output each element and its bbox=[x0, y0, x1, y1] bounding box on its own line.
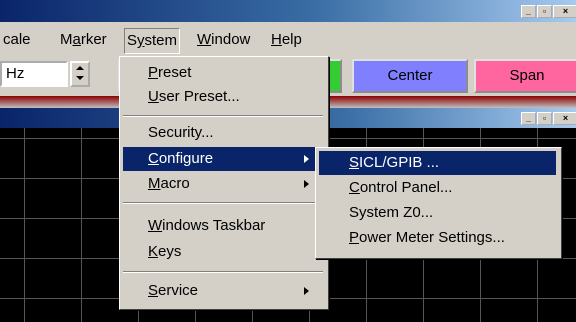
close-icon[interactable]: × bbox=[553, 5, 576, 18]
menu-item-keys[interactable]: Keys bbox=[123, 240, 323, 264]
menu-item-windows-taskbar-label: Windows Taskbar bbox=[148, 217, 266, 234]
submenu-item-sicl-gpib[interactable]: SICL/GPIB ... bbox=[319, 151, 556, 175]
submenu-arrow-icon bbox=[304, 180, 309, 188]
submenu-item-control-panel[interactable]: Control Panel... bbox=[319, 176, 556, 200]
menu-item-preset-label: Preset bbox=[148, 64, 192, 81]
menu-help[interactable]: Help bbox=[271, 30, 302, 50]
menu-item-user-preset-label: User Preset... bbox=[148, 88, 240, 105]
submenu-arrow-icon bbox=[304, 287, 309, 295]
menu-item-security[interactable]: Security... bbox=[123, 121, 323, 145]
menu-item-keys-label: Keys bbox=[148, 243, 182, 260]
menu-separator bbox=[123, 115, 323, 117]
menu-system-label: System bbox=[127, 32, 178, 49]
configure-submenu: SICL/GPIB ... Control Panel... System Z0… bbox=[315, 147, 562, 259]
submenu-item-system-z0[interactable]: System Z0... bbox=[319, 201, 556, 225]
menu-window[interactable]: Window bbox=[197, 30, 250, 50]
app-title-bar bbox=[0, 0, 576, 22]
menu-item-configure-label: Configure bbox=[148, 150, 214, 167]
menu-separator bbox=[123, 202, 323, 204]
trace-minimize-icon[interactable]: _ bbox=[521, 112, 536, 125]
trace-maximize-icon[interactable]: ▫ bbox=[537, 112, 552, 125]
trace-close-icon[interactable]: × bbox=[553, 112, 576, 125]
submenu-item-power-meter-label: Power Meter Settings... bbox=[349, 229, 505, 246]
spin-down-icon[interactable] bbox=[76, 76, 84, 80]
frequency-spinner[interactable] bbox=[70, 61, 90, 87]
submenu-item-power-meter[interactable]: Power Meter Settings... bbox=[319, 226, 556, 250]
menu-separator bbox=[123, 271, 323, 273]
menu-item-service-label: Service bbox=[148, 282, 199, 299]
menu-window-label: Window bbox=[197, 31, 251, 48]
menu-item-configure[interactable]: Configure bbox=[123, 147, 323, 171]
submenu-item-control-panel-label: Control Panel... bbox=[349, 179, 453, 196]
maximize-icon[interactable]: ▫ bbox=[537, 5, 552, 18]
menu-item-service[interactable]: Service bbox=[123, 279, 323, 303]
frequency-input[interactable]: Hz bbox=[0, 61, 68, 87]
system-menu: Preset User Preset... Security... Config… bbox=[119, 56, 329, 310]
menu-system[interactable]: System bbox=[124, 28, 181, 54]
menu-scale[interactable]: cale bbox=[3, 30, 31, 50]
menu-item-preset[interactable]: Preset bbox=[123, 61, 323, 85]
center-button[interactable]: Center bbox=[352, 59, 468, 93]
spin-up-icon[interactable] bbox=[76, 66, 84, 70]
menu-item-windows-taskbar[interactable]: Windows Taskbar bbox=[123, 214, 323, 238]
span-button[interactable]: Span bbox=[474, 59, 576, 93]
minimize-icon[interactable]: _ bbox=[521, 5, 536, 18]
menu-item-user-preset[interactable]: User Preset... bbox=[123, 85, 323, 109]
menu-item-macro-label: Macro bbox=[148, 175, 190, 192]
menu-item-macro[interactable]: Macro bbox=[123, 172, 323, 196]
frequency-unit: Hz bbox=[6, 65, 25, 82]
menu-marker[interactable]: Marker bbox=[60, 30, 107, 50]
submenu-item-sicl-gpib-label: SICL/GPIB ... bbox=[349, 154, 440, 171]
menu-help-label: Help bbox=[271, 31, 302, 48]
menu-marker-label: Marker bbox=[60, 31, 107, 48]
submenu-arrow-icon bbox=[304, 155, 309, 163]
